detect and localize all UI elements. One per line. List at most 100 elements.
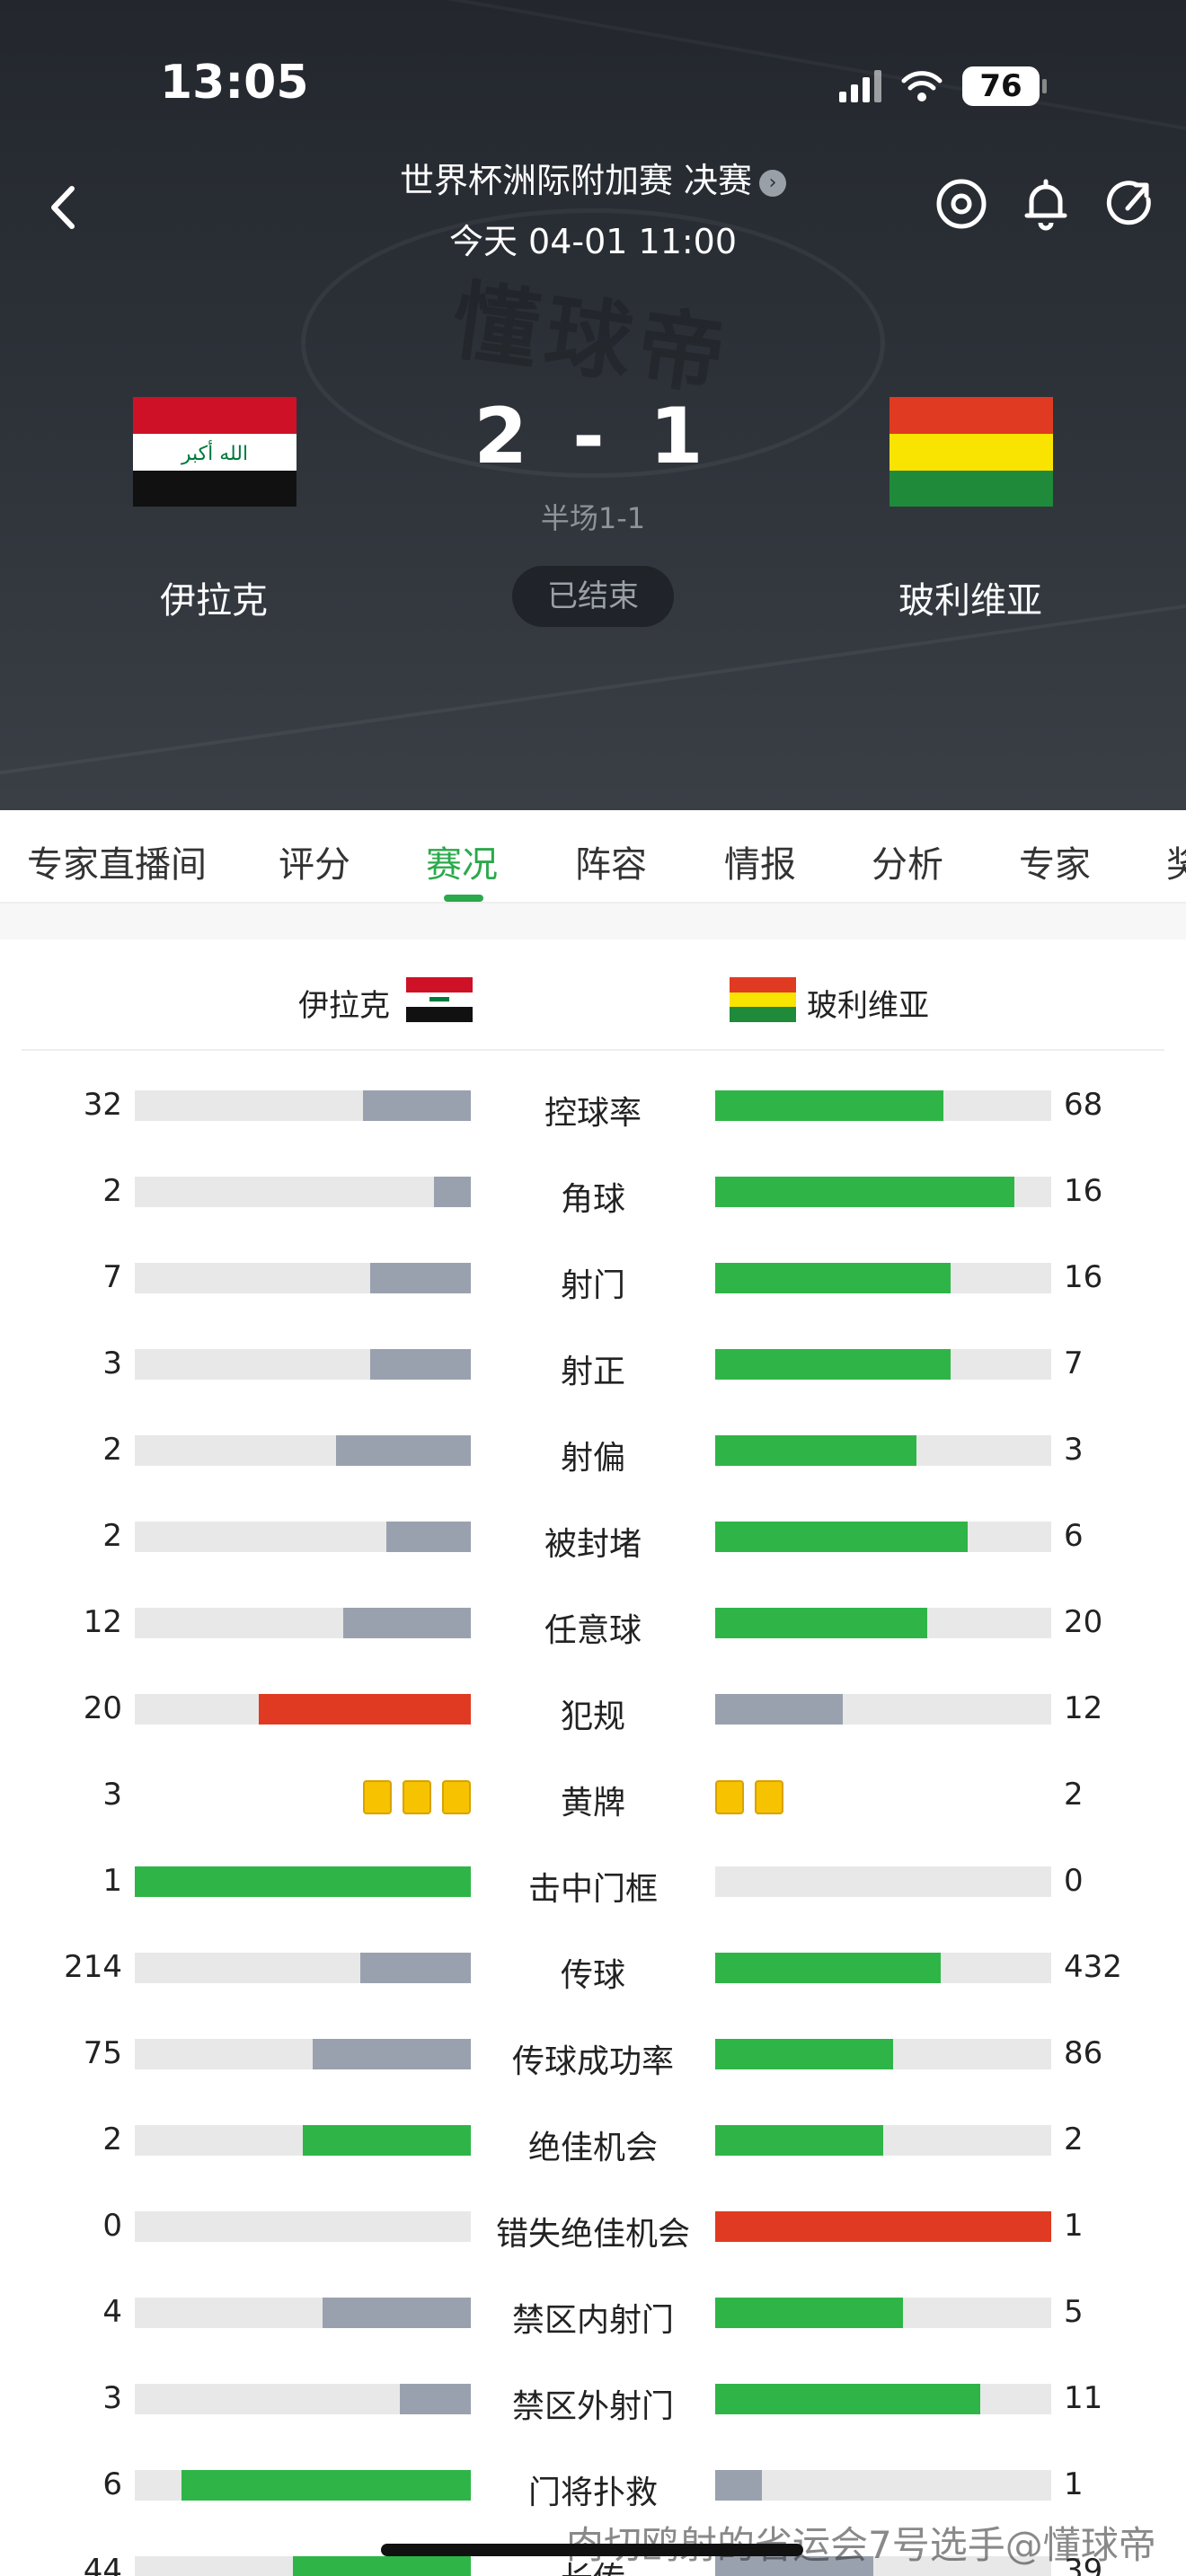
home-stat-bar-fill	[323, 2298, 471, 2328]
status-icons: 76	[839, 66, 1047, 106]
home-stat-bar-fill	[259, 1694, 471, 1725]
away-stat-bar	[715, 2211, 1051, 2242]
home-stat-bar	[135, 2298, 471, 2328]
home-stat-value: 3	[102, 2380, 122, 2416]
home-stat-bar-fill	[370, 1263, 471, 1293]
home-stat-bar-fill	[336, 1435, 471, 1466]
away-stat-bar	[715, 1522, 1051, 1552]
competition-title: 世界杯洲际附加赛 决赛	[399, 161, 753, 200]
iraq-flag-icon[interactable]: الله أكبر	[133, 397, 296, 507]
competition-link[interactable]: 世界杯洲际附加赛 决赛 ›	[341, 153, 845, 202]
stat-row: 3 黄牌 2	[0, 1753, 1186, 1839]
away-stat-value: 16	[1064, 1173, 1103, 1209]
stats-away-team: 玻利维亚	[807, 988, 929, 1024]
bottom-watermark: 肉切鸥射的省运会7号选手@懂球帝	[566, 2523, 1156, 2567]
away-stat-value: 20	[1064, 1604, 1103, 1640]
home-stat-bar	[135, 2556, 471, 2576]
stat-label: 任意球	[544, 1612, 642, 1649]
svg-text:الله أكبر: الله أكبر	[181, 440, 248, 465]
away-stat-value: 86	[1064, 2035, 1103, 2071]
away-stat-bar-fill	[715, 2384, 980, 2414]
home-stat-bar-fill	[293, 2556, 471, 2576]
home-stat-value: 0	[102, 2208, 122, 2244]
home-stat-value: 2	[102, 2122, 122, 2157]
stats-home-team: 伊拉克	[298, 988, 390, 1024]
stat-label: 犯规	[560, 1698, 625, 1735]
stat-label: 禁区内射门	[511, 2302, 674, 2339]
cellular-signal-icon	[839, 70, 881, 102]
tab-expert-live[interactable]: 专家直播间	[27, 835, 207, 887]
away-stat-bar-fill	[715, 2039, 893, 2069]
home-stat-value: 1	[102, 1863, 122, 1899]
home-stat-value: 214	[64, 1949, 122, 1985]
match-status-badge: 已结束	[512, 566, 674, 627]
home-stat-bar	[135, 1694, 471, 1725]
home-stat-bar-fill	[400, 2384, 471, 2414]
home-stat-bar	[135, 2384, 471, 2414]
tab-ratings[interactable]: 评分	[279, 835, 350, 887]
back-icon[interactable]	[40, 176, 90, 239]
away-stat-bar-fill	[715, 2298, 903, 2328]
stat-row: 214 传球 432	[0, 1926, 1186, 2012]
stat-label: 错失绝佳机会	[495, 2216, 690, 2253]
wifi-icon	[901, 71, 943, 101]
home-stat-bar-fill	[181, 2470, 471, 2501]
away-stat-value: 0	[1064, 1863, 1084, 1899]
home-stat-bar	[135, 1177, 471, 1207]
bolivia-flag-icon[interactable]	[890, 397, 1053, 507]
stat-label: 角球	[560, 1181, 625, 1218]
stats-header: 伊拉克 玻利维亚	[22, 940, 1164, 1051]
tab-lineup[interactable]: 阵容	[575, 835, 647, 887]
stat-row: 2 被封堵 6	[0, 1495, 1186, 1581]
stat-row: 3 射正 7	[0, 1322, 1186, 1408]
stat-label: 传球成功率	[511, 2043, 674, 2080]
stat-label: 绝佳机会	[527, 2130, 658, 2166]
away-stat-value: 2	[1064, 2122, 1084, 2157]
active-tab-indicator	[444, 895, 483, 902]
away-stat-bar-fill	[715, 2211, 1051, 2242]
away-stat-value: 1	[1064, 2466, 1084, 2502]
home-stat-bar	[135, 1608, 471, 1638]
away-stat-bar-fill	[715, 2125, 883, 2156]
home-stat-value: 4	[102, 2294, 122, 2330]
tab-experts[interactable]: 专家	[1019, 835, 1091, 887]
home-indicator[interactable]	[381, 2544, 803, 2556]
status-time: 13:05	[160, 56, 309, 110]
tab-intel[interactable]: 情报	[724, 835, 796, 887]
home-stat-value: 75	[83, 2035, 122, 2071]
away-stat-bar	[715, 1608, 1051, 1638]
stat-row: 0 错失绝佳机会 1	[0, 2184, 1186, 2271]
tab-bar: 专家直播间 评分 赛况 阵容 情报 分析 专家 奖	[0, 810, 1186, 904]
tab-match-stats[interactable]: 赛况	[426, 835, 498, 887]
home-stat-bar-fill	[343, 1608, 471, 1638]
stat-row: 3 禁区外射门 11	[0, 2357, 1186, 2443]
away-stat-bar-fill	[715, 1090, 943, 1121]
share-icon[interactable]	[1103, 172, 1157, 235]
away-team-name[interactable]: 玻利维亚	[827, 571, 1114, 623]
home-stat-value: 3	[102, 1777, 122, 1813]
away-yellow-cards	[715, 1780, 783, 1814]
yellow-card-icon	[442, 1780, 471, 1814]
halftime-score: 半场1-1	[540, 501, 646, 535]
away-stat-value: 68	[1064, 1087, 1103, 1123]
stat-row: 12 任意球 20	[0, 1581, 1186, 1667]
stat-row: 2 绝佳机会 2	[0, 2098, 1186, 2184]
stat-row: 75 传球成功率 86	[0, 2012, 1186, 2098]
tab-awards[interactable]: 奖	[1166, 835, 1186, 887]
home-stat-bar-fill	[370, 1349, 471, 1380]
away-stat-bar	[715, 2039, 1051, 2069]
live-target-icon[interactable]	[934, 172, 988, 235]
home-team-name[interactable]: 伊拉克	[70, 571, 358, 623]
bell-icon[interactable]	[1019, 172, 1073, 235]
away-stat-bar	[715, 2384, 1051, 2414]
match-score: 2 - 1	[474, 392, 712, 481]
stat-label: 击中门框	[527, 1871, 658, 1908]
tab-analysis[interactable]: 分析	[872, 835, 943, 887]
home-stat-bar-fill	[363, 1090, 471, 1121]
away-stat-bar-fill	[715, 1349, 951, 1380]
away-stat-bar-fill	[715, 1608, 927, 1638]
home-stat-value: 2	[102, 1518, 122, 1554]
stat-row: 32 控球率 68	[0, 1063, 1186, 1150]
away-stat-bar	[715, 1435, 1051, 1466]
yellow-card-icon	[715, 1780, 744, 1814]
